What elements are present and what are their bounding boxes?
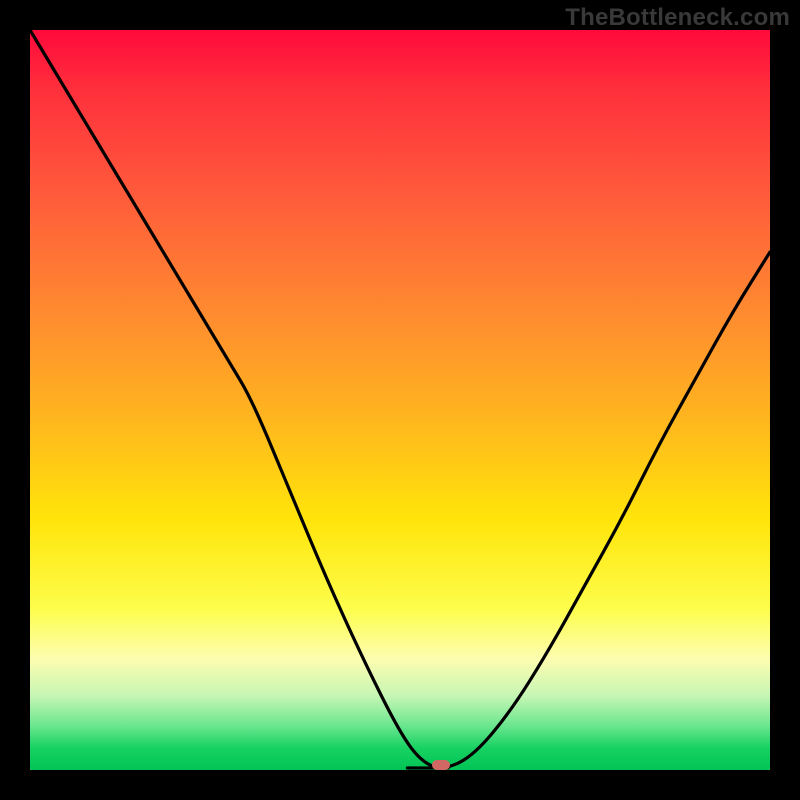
valley-marker (432, 760, 450, 770)
bottleneck-curve-path (30, 30, 770, 768)
curve-svg (30, 30, 770, 770)
watermark-text: TheBottleneck.com (565, 4, 790, 32)
plot-area (30, 30, 770, 770)
chart-frame: TheBottleneck.com (0, 0, 800, 800)
